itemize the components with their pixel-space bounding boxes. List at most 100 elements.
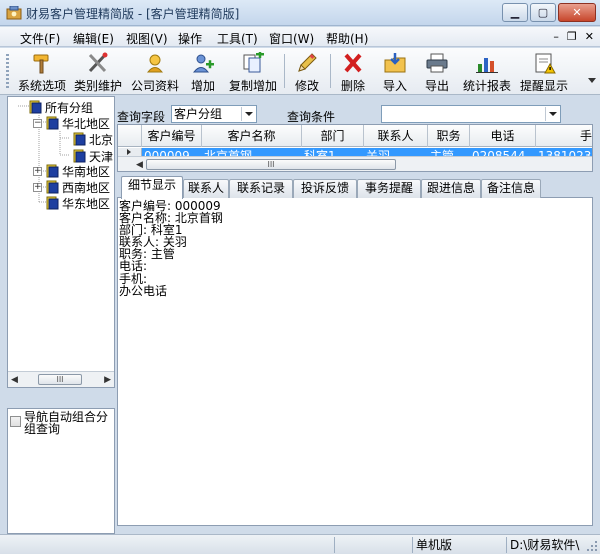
mdi-close-button[interactable]: ✕ — [585, 30, 594, 43]
menu-window[interactable]: 窗口(W) — [269, 30, 314, 47]
reminder-icon — [535, 53, 556, 74]
tree-horizontal-scrollbar[interactable]: ◀ III ▶ — [8, 371, 114, 387]
tab-reminders[interactable]: 事务提醒 — [357, 179, 421, 198]
tree-node-east-china[interactable]: 华东地区 — [45, 195, 110, 211]
edit-button[interactable]: 修改 — [288, 50, 326, 93]
detail-panel: 客户编号: 000009 客户名称: 北京首钢 部门: 科室1 联系人: 关羽 … — [117, 198, 593, 526]
status-cell-blank — [334, 537, 412, 553]
resize-grip-icon[interactable] — [587, 541, 598, 552]
menu-help[interactable]: 帮助(H) — [326, 30, 368, 47]
tree-expand-toggle[interactable]: + — [33, 182, 42, 192]
auto-group-query-label: 导航自动组合分组查询 — [24, 410, 109, 436]
group-folder-icon — [73, 132, 86, 146]
hammer-icon — [33, 54, 49, 74]
window-title: 财易客户管理精简版 - [客户管理精简版] — [26, 7, 240, 21]
title-bar[interactable]: 财易客户管理精简版 - [客户管理精简版] ▁ ▢ ✕ — [0, 0, 600, 26]
tab-follow-up[interactable]: 跟进信息 — [421, 179, 481, 198]
system-options-button[interactable]: 系统选项 — [14, 50, 70, 93]
toolbar-overflow-chevron-icon[interactable] — [588, 78, 596, 83]
category-maintenance-button[interactable]: 类别维护 — [70, 50, 126, 93]
mdi-minimize-button[interactable]: – — [553, 30, 559, 43]
menu-view[interactable]: 视图(V) — [126, 30, 168, 47]
query-field-label: 查询字段 — [117, 110, 166, 124]
column-header-customer-id[interactable]: 客户编号 — [142, 125, 202, 147]
detail-office-phone: 办公电话 — [119, 284, 168, 298]
tree-node-north-china[interactable]: − 华北地区 — [33, 115, 110, 131]
query-bar: 查询字段 客户分组 查询条件 — [117, 104, 593, 124]
status-cell-message — [2, 537, 332, 553]
maximize-button[interactable]: ▢ — [530, 3, 556, 22]
column-header-mobile[interactable]: 手机 — [536, 125, 592, 147]
scroll-left-icon[interactable]: ◀ — [11, 375, 18, 385]
column-header-position[interactable]: 职务 — [428, 125, 470, 147]
chevron-down-icon[interactable] — [545, 107, 559, 121]
app-logo-icon — [6, 6, 22, 20]
scroll-left-icon[interactable]: ◀ — [136, 160, 143, 170]
tree-expand-toggle[interactable]: + — [33, 166, 42, 176]
toolbar-grip[interactable] — [6, 54, 9, 90]
tab-notes[interactable]: 备注信息 — [481, 179, 541, 198]
toolbar-separator — [284, 54, 285, 88]
minimize-button[interactable]: ▁ — [502, 3, 528, 22]
add-button[interactable]: 增加 — [184, 50, 222, 93]
menu-file[interactable]: 文件(F) — [20, 30, 60, 47]
statistics-report-button[interactable]: 统计报表 — [460, 50, 514, 93]
tab-complaints[interactable]: 投诉反馈 — [293, 179, 357, 198]
tree-node-beijing[interactable]: 北京 — [72, 131, 114, 147]
export-printer-icon — [426, 53, 448, 73]
group-folder-icon — [46, 180, 59, 194]
group-folder-icon — [29, 100, 42, 114]
grid-corner-cell — [118, 125, 142, 147]
import-button[interactable]: 导入 — [376, 50, 414, 93]
tree-collapse-toggle[interactable]: − — [33, 118, 42, 128]
query-condition-label: 查询条件 — [287, 110, 336, 124]
column-header-customer-name[interactable]: 客户名称 — [202, 125, 302, 147]
tab-contacts[interactable]: 联系人 — [183, 179, 229, 198]
auto-group-query-checkbox[interactable] — [10, 416, 21, 427]
toolbar-separator — [330, 54, 331, 88]
navigation-options-panel: 导航自动组合分组查询 — [7, 408, 115, 534]
left-panel: 所有分组 − 华北地区 北京 天津 + 华南地区 + 西南地区 华东地区 ◀ I… — [7, 96, 115, 534]
column-header-contact[interactable]: 联系人 — [364, 125, 428, 147]
group-folder-icon — [46, 116, 59, 130]
add-user-icon — [192, 54, 214, 73]
column-header-department[interactable]: 部门 — [302, 125, 364, 147]
tree-node-south-china[interactable]: + 华南地区 — [33, 163, 110, 179]
tab-detail-display[interactable]: 细节显示 — [121, 176, 183, 199]
import-icon — [384, 53, 406, 73]
query-field-select[interactable]: 客户分组 — [171, 105, 257, 123]
bar-chart-icon — [476, 58, 498, 73]
tab-contact-records[interactable]: 联系记录 — [229, 179, 293, 198]
status-bar: 单机版 D:\财易软件\ — [0, 534, 600, 554]
group-tree[interactable]: 所有分组 − 华北地区 北京 天津 + 华南地区 + 西南地区 华东地区 ◀ I… — [7, 96, 115, 388]
tree-node-southwest[interactable]: + 西南地区 — [33, 179, 110, 195]
group-folder-icon — [46, 164, 59, 178]
menu-edit[interactable]: 编辑(E) — [73, 30, 114, 47]
menu-operate[interactable]: 操作 — [178, 30, 202, 47]
delete-x-icon — [344, 53, 362, 73]
close-button[interactable]: ✕ — [558, 3, 596, 22]
query-condition-select[interactable] — [381, 105, 561, 123]
scroll-thumb[interactable]: III — [38, 374, 82, 385]
toolbar: 系统选项 类别维护 公司资料 增加 复制增加 修改 删除 导入 导出 统计报表 … — [0, 48, 600, 95]
mdi-controls: – ❐ ✕ — [553, 30, 594, 43]
table-row[interactable]: 000009 北京首钢 科室1 关羽 主管 0208544 1381023 — [118, 148, 592, 156]
menu-bar: 文件(F) 编辑(E) 视图(V) 操作 工具(T) 窗口(W) 帮助(H) –… — [0, 27, 600, 47]
column-header-phone[interactable]: 电话 — [470, 125, 536, 147]
detail-tabs: 细节显示 联系人 联系记录 投诉反馈 事务提醒 跟进信息 备注信息 — [117, 176, 593, 199]
scroll-right-icon[interactable]: ▶ — [104, 375, 111, 385]
grid-horizontal-scrollbar[interactable]: ◀ III — [118, 156, 592, 171]
customer-grid[interactable]: 客户编号 客户名称 部门 联系人 职务 电话 手机 000009 北京首钢 科室… — [117, 124, 593, 172]
company-info-button[interactable]: 公司资料 — [128, 50, 182, 93]
chevron-down-icon[interactable] — [241, 107, 255, 121]
export-button[interactable]: 导出 — [418, 50, 456, 93]
copy-add-button[interactable]: 复制增加 — [226, 50, 280, 93]
reminder-display-button[interactable]: 提醒显示 — [516, 50, 572, 93]
mdi-restore-button[interactable]: ❐ — [567, 30, 577, 43]
status-cell-edition: 单机版 — [412, 537, 506, 553]
tree-node-all-groups[interactable]: 所有分组 — [28, 99, 93, 115]
group-folder-icon — [46, 196, 59, 210]
scroll-thumb[interactable]: III — [146, 159, 396, 170]
menu-tools[interactable]: 工具(T) — [217, 30, 258, 47]
delete-button[interactable]: 删除 — [334, 50, 372, 93]
